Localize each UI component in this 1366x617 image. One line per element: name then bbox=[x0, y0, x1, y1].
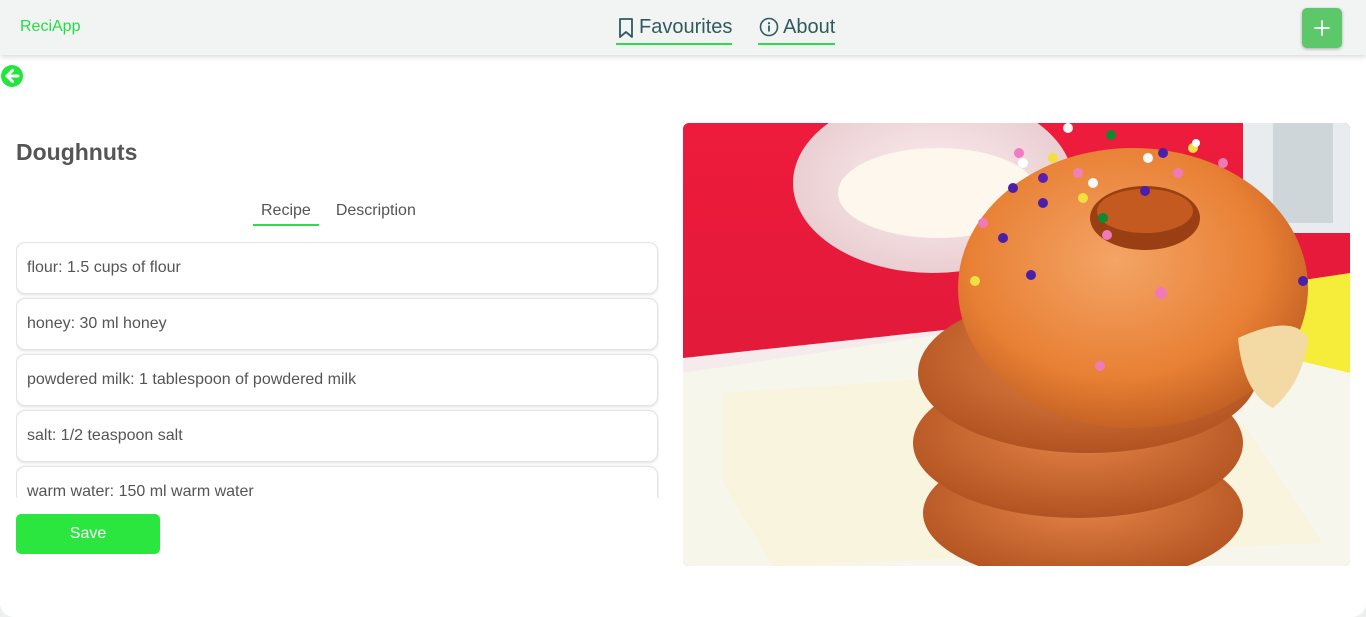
nav-about-label: About bbox=[783, 16, 836, 38]
ingredient-list[interactable]: flour: 1.5 cups of flour honey: 30 ml ho… bbox=[16, 242, 659, 498]
page-bottom-edge bbox=[0, 598, 1366, 617]
add-recipe-button[interactable] bbox=[1302, 8, 1342, 48]
list-item: flour: 1.5 cups of flour bbox=[16, 242, 658, 294]
list-item: honey: 30 ml honey bbox=[16, 298, 658, 350]
save-button[interactable]: Save bbox=[16, 514, 160, 554]
list-item: powdered milk: 1 tablespoon of powdered … bbox=[16, 354, 658, 406]
content-panel-edge bbox=[0, 598, 1366, 617]
recipe-tabs: Recipe Description bbox=[253, 202, 433, 226]
nav-favourites[interactable]: Favourites bbox=[616, 12, 733, 45]
back-button[interactable] bbox=[0, 64, 24, 88]
nav-about[interactable]: About bbox=[758, 12, 836, 45]
list-item: salt: 1/2 teaspoon salt bbox=[16, 410, 658, 462]
brand-logo[interactable]: ReciApp bbox=[20, 18, 80, 36]
top-bar: ReciApp Favourites About bbox=[0, 0, 1366, 55]
info-icon bbox=[759, 17, 779, 36]
tab-recipe[interactable]: Recipe bbox=[253, 202, 319, 226]
nav-favourites-label: Favourites bbox=[639, 16, 733, 38]
plus-icon bbox=[1314, 20, 1330, 36]
recipe-image bbox=[683, 123, 1350, 566]
recipe-title: Doughnuts bbox=[16, 139, 138, 165]
doughnut-photo bbox=[683, 123, 1350, 566]
tab-description[interactable]: Description bbox=[328, 202, 424, 226]
list-item: warm water: 150 ml warm water bbox=[16, 466, 658, 498]
arrow-left-circle-icon bbox=[1, 65, 23, 87]
bookmark-icon bbox=[619, 17, 633, 38]
